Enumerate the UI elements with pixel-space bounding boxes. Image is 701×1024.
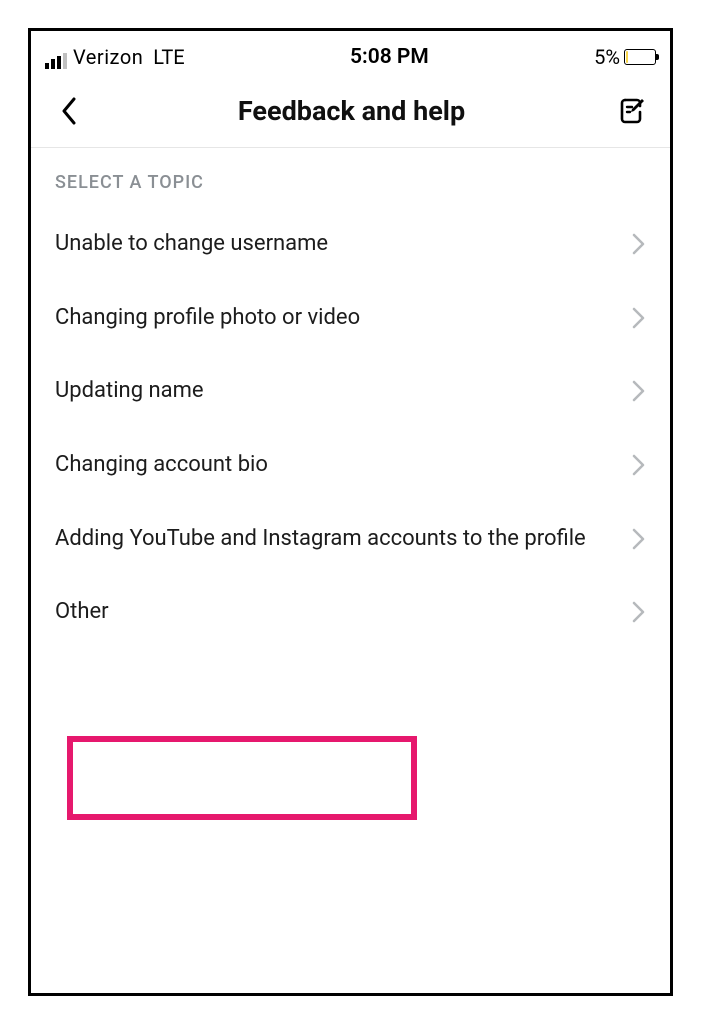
topic-label: Other: [55, 597, 616, 627]
battery-percent: 5%: [594, 45, 620, 69]
nav-header: Feedback and help: [31, 75, 670, 148]
topic-label: Unable to change username: [55, 229, 616, 259]
status-right: 5%: [594, 45, 656, 69]
chevron-right-icon: [632, 380, 646, 402]
topic-label: Adding YouTube and Instagram accounts to…: [55, 524, 616, 554]
carrier-label: Verizon: [73, 45, 143, 69]
chevron-right-icon: [632, 454, 646, 476]
topic-item-changing-account-bio[interactable]: Changing account bio: [31, 428, 670, 502]
battery-icon: [624, 49, 656, 65]
chevron-right-icon: [632, 233, 646, 255]
status-left: Verizon LTE: [45, 45, 185, 69]
topic-item-unable-change-username[interactable]: Unable to change username: [31, 207, 670, 281]
topic-item-changing-profile-photo[interactable]: Changing profile photo or video: [31, 281, 670, 355]
highlight-annotation: [67, 736, 417, 820]
topic-list: Unable to change username Changing profi…: [31, 207, 670, 649]
section-header: SELECT A TOPIC: [31, 148, 670, 207]
topic-label: Changing account bio: [55, 450, 616, 480]
topic-item-updating-name[interactable]: Updating name: [31, 354, 670, 428]
chevron-right-icon: [632, 601, 646, 623]
chevron-right-icon: [632, 307, 646, 329]
topic-item-other[interactable]: Other: [31, 575, 670, 649]
topic-item-adding-youtube-instagram[interactable]: Adding YouTube and Instagram accounts to…: [31, 502, 670, 576]
compose-icon: [619, 97, 647, 125]
back-button[interactable]: [51, 93, 87, 129]
signal-icon: [45, 53, 67, 69]
topic-label: Updating name: [55, 376, 616, 406]
phone-frame: Verizon LTE 5:08 PM 5% Feedback and help: [28, 28, 673, 996]
network-label: LTE: [153, 45, 184, 69]
clock: 5:08 PM: [350, 45, 429, 69]
topic-label: Changing profile photo or video: [55, 303, 616, 333]
chevron-right-icon: [632, 528, 646, 550]
status-bar: Verizon LTE 5:08 PM 5%: [31, 31, 670, 75]
chevron-left-icon: [60, 97, 78, 125]
compose-button[interactable]: [616, 94, 650, 128]
page-title: Feedback and help: [238, 95, 465, 127]
